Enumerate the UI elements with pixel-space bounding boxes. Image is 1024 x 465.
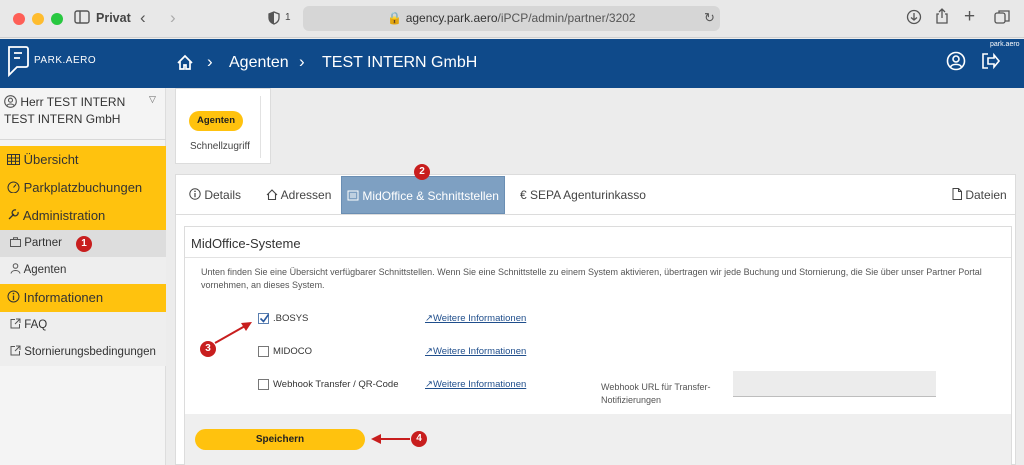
annotation-marker-3: 3 xyxy=(200,341,216,357)
annotation-marker-4: 4 xyxy=(411,431,427,447)
annotation-arrows xyxy=(214,322,410,444)
